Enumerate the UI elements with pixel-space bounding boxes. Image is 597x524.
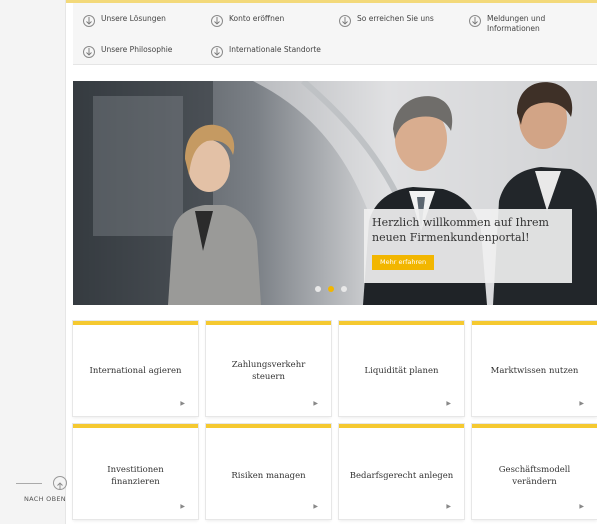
carousel-dot[interactable] — [341, 286, 347, 292]
chevron-right-icon: ▶ — [579, 503, 584, 510]
nav-item-unsere-loesungen[interactable]: Unsere Lösungen — [83, 14, 166, 27]
welcome-box: Herzlich willkommen auf Ihrem neuen Firm… — [364, 209, 572, 283]
chevron-right-icon: ▶ — [446, 400, 451, 407]
arrow-down-circle-icon — [211, 15, 223, 27]
divider-line — [16, 483, 42, 484]
learn-more-button[interactable]: Mehr erfahren — [372, 255, 435, 270]
tile-label: Investitionen finanzieren — [107, 465, 164, 487]
tile-investitionen-finanzieren[interactable]: Investitionen finanzieren ▶ — [73, 424, 198, 519]
nav-item-label: Internationale Standorte — [229, 45, 321, 54]
nav-item-label: Meldungen und Informationen — [487, 14, 546, 33]
tile-label: Bedarfsgerecht anlegen — [349, 471, 454, 481]
nav-item-so-erreichen-sie-uns[interactable]: So erreichen Sie uns — [339, 14, 434, 27]
tile-bedarfsgerecht-anlegen[interactable]: Bedarfsgerecht anlegen ▶ — [339, 424, 464, 519]
back-to-top-label: NACH OBEN — [24, 495, 66, 503]
nav-item-internationale-standorte[interactable]: Internationale Standorte — [211, 45, 321, 58]
arrow-down-circle-icon — [339, 15, 351, 27]
left-rail — [0, 0, 66, 524]
tile-label: Risiken managen — [231, 471, 306, 481]
tile-liquiditaet-planen[interactable]: Liquidität planen ▶ — [339, 321, 464, 416]
tile-label: International agieren — [89, 366, 182, 376]
nav-item-unsere-philosophie[interactable]: Unsere Philosophie — [83, 45, 172, 58]
nav-item-label: Unsere Philosophie — [101, 45, 173, 54]
chevron-right-icon: ▶ — [579, 400, 584, 407]
tile-geschaeftsmodell-veraendern[interactable]: Geschäftsmodell verändern ▶ — [472, 424, 597, 519]
hero-title: Herzlich willkommen auf Ihrem neuen Firm… — [372, 216, 549, 244]
nav-item-label: So erreichen Sie uns — [357, 14, 434, 23]
nav-item-konto-eroeffnen[interactable]: Konto eröffnen — [211, 14, 284, 27]
tile-risiken-managen[interactable]: Risiken managen ▶ — [206, 424, 331, 519]
arrow-up-circle-icon — [53, 476, 67, 490]
tile-label: Marktwissen nutzen — [490, 366, 579, 376]
tile-label: Geschäftsmodell verändern — [498, 465, 571, 487]
tile-international-agieren[interactable]: International agieren ▶ — [73, 321, 198, 416]
quick-nav-panel: Unsere Lösungen Konto eröffnen So erreic… — [73, 3, 597, 65]
carousel-dots — [315, 286, 347, 292]
chevron-right-icon: ▶ — [446, 503, 451, 510]
nav-item-label: Unsere Lösungen — [101, 14, 166, 23]
nav-item-label: Konto eröffnen — [229, 14, 285, 23]
chevron-right-icon: ▶ — [313, 503, 318, 510]
tile-marktwissen-nutzen[interactable]: Marktwissen nutzen ▶ — [472, 321, 597, 416]
chevron-right-icon: ▶ — [313, 400, 318, 407]
arrow-down-circle-icon — [469, 15, 481, 27]
chevron-right-icon: ▶ — [180, 503, 185, 510]
hero-banner: Herzlich willkommen auf Ihrem neuen Firm… — [73, 81, 597, 305]
tile-label: Zahlungsverkehr steuern — [231, 360, 306, 382]
nav-item-meldungen[interactable]: Meldungen und Informationen — [469, 14, 593, 34]
arrow-down-circle-icon — [83, 46, 95, 58]
tile-label: Liquidität planen — [364, 366, 439, 376]
arrow-down-circle-icon — [83, 15, 95, 27]
carousel-dot-active[interactable] — [328, 286, 334, 292]
tile-zahlungsverkehr-steuern[interactable]: Zahlungsverkehr steuern ▶ — [206, 321, 331, 416]
carousel-dot[interactable] — [315, 286, 321, 292]
arrow-down-circle-icon — [211, 46, 223, 58]
chevron-right-icon: ▶ — [180, 400, 185, 407]
